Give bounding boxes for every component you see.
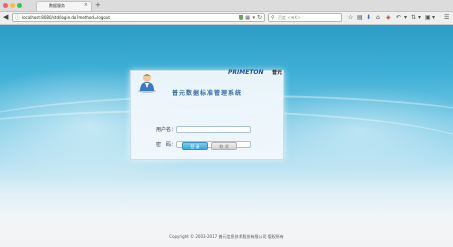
- window-titlebar: 数据服务 × +: [0, 0, 453, 12]
- reading-list-icon[interactable]: ▤: [357, 13, 363, 22]
- shield-icon[interactable]: [239, 15, 243, 20]
- sync-dropdown-icon[interactable]: ▾: [418, 13, 421, 22]
- zoom-window-button[interactable]: [17, 3, 22, 8]
- login-button[interactable]: 登 录: [182, 142, 208, 150]
- site-info-icon[interactable]: ⓘ: [15, 14, 20, 22]
- reload-icon[interactable]: ↻: [257, 14, 262, 22]
- screenshot-dropdown-icon[interactable]: ▾: [432, 13, 435, 22]
- sync-icon[interactable]: ⇅: [411, 13, 416, 22]
- search-placeholder: 百度 <⌘K>: [278, 15, 301, 20]
- brand-logo: PRIMETON: [228, 69, 264, 76]
- new-tab-button[interactable]: +: [95, 1, 101, 9]
- screenshot-icon[interactable]: ▣: [425, 13, 431, 22]
- menu-icon[interactable]: ☰: [444, 13, 449, 22]
- copyright-text: Copyright © 2003-2017 普元信息技术股份有限公司 版权所有: [169, 234, 284, 239]
- back-arrow-icon[interactable]: ◀: [3, 13, 8, 22]
- url-text[interactable]: localhost:8080/std/login.do?method=logou…: [22, 14, 110, 22]
- qr-code-icon[interactable]: ▦: [245, 14, 250, 22]
- search-icon: ⚲: [271, 15, 275, 21]
- home-icon[interactable]: ⌂: [376, 13, 380, 22]
- search-bar[interactable]: ⚲ 百度 <⌘K>: [268, 13, 342, 22]
- address-bar[interactable]: ⓘ localhost:8080/std/login.do?method=log…: [12, 13, 265, 22]
- browser-tab[interactable]: 数据服务 ×: [36, 1, 92, 11]
- tab-title: 数据服务: [49, 3, 65, 8]
- history-back-icon[interactable]: ↶: [396, 13, 401, 22]
- browser-toolbar: ◀ ⓘ localhost:8080/std/login.do?method=l…: [0, 12, 453, 25]
- password-label: 密 码：: [156, 142, 177, 148]
- cancel-button[interactable]: 取 消: [211, 142, 237, 150]
- username-input[interactable]: [176, 126, 251, 133]
- pocket-icon[interactable]: ◈: [386, 13, 391, 22]
- tab-close-icon[interactable]: ×: [84, 2, 88, 8]
- minimize-window-button[interactable]: [10, 3, 15, 8]
- close-window-button[interactable]: [3, 3, 8, 8]
- system-title: 普元数据标准管理系统: [171, 90, 242, 97]
- brand-name: 普元: [272, 70, 283, 76]
- download-icon[interactable]: ⬇: [366, 13, 371, 22]
- history-dropdown-icon[interactable]: ▾: [404, 13, 407, 22]
- dropdown-arrow-icon[interactable]: ▾: [252, 14, 255, 22]
- bookmark-star-icon[interactable]: ☆: [348, 13, 353, 22]
- username-label: 用户名：: [156, 127, 177, 133]
